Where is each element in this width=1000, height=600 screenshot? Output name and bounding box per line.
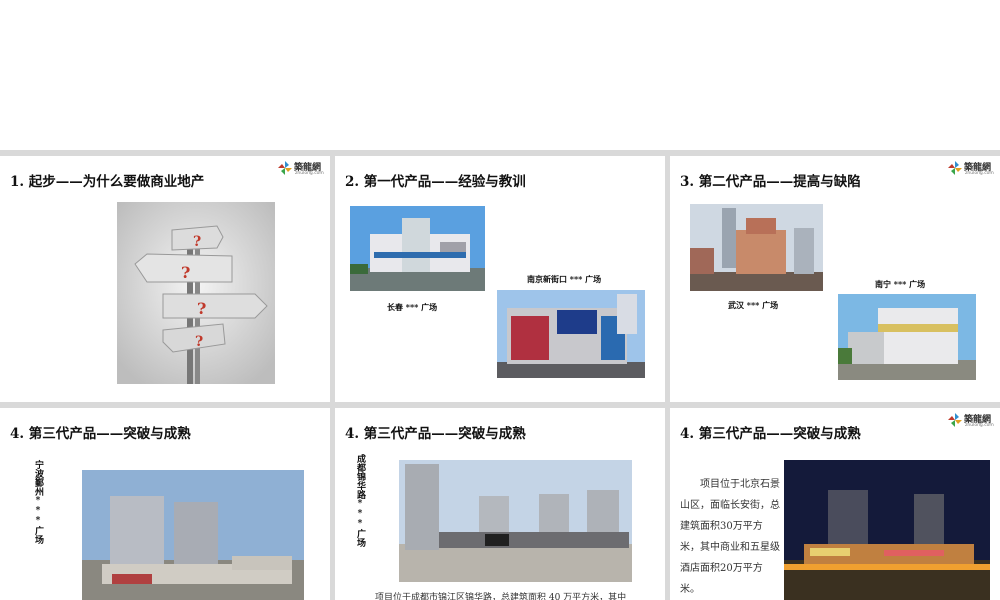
svg-text:?: ? <box>197 299 206 318</box>
pinwheel-logo-icon <box>948 413 962 427</box>
slide-title: 4. 第三代产品——突破与成熟 <box>10 426 191 442</box>
slide-title: 2. 第一代产品——经验与教训 <box>345 174 526 190</box>
slide-title: 4. 第三代产品——突破与成熟 <box>345 426 526 442</box>
changchun-plaza-photo <box>350 206 485 291</box>
nanjing-caption: 南京新街口 *** 广场 <box>527 274 602 284</box>
blank-header-area <box>0 0 1000 150</box>
logo-url: zhulong.com <box>965 423 994 428</box>
zhulong-logo: 築龍網 zhulong.com <box>948 412 994 432</box>
slide-thumbnail-6[interactable]: 4. 第三代产品——突破与成熟 築龍網 zhulong.com 项目位于北京石景… <box>670 408 1000 600</box>
ningbo-plaza-photo <box>82 470 304 600</box>
chengdu-description: 项目位于成都市锦江区锦华路，总建筑面积 40 万平方米，其中 <box>375 593 627 600</box>
beijing-description: 项目位于北京石景山区，面临长安街，总建筑面积30万平方米，其中商业和五星级酒店面… <box>680 479 780 595</box>
chengdu-vertical-caption: 成都锦华路***广场 <box>355 454 365 547</box>
ningbo-vertical-caption: 宁波鄞州***广场 <box>33 460 43 544</box>
slide-thumbnail-2[interactable]: 2. 第一代产品——经验与教训 长春 *** 广场 南京新街口 *** 广场 <box>335 156 665 402</box>
svg-text:?: ? <box>195 334 203 350</box>
pinwheel-logo-icon <box>278 161 292 175</box>
logo-url: zhulong.com <box>295 171 324 176</box>
slide-title: 1. 起步——为什么要做商业地产 <box>10 174 205 190</box>
slide-title: 4. 第三代产品——突破与成熟 <box>680 426 861 442</box>
nanjing-plaza-photo <box>497 290 645 378</box>
slide-title: 3. 第二代产品——提高与缺陷 <box>680 174 861 190</box>
changchun-caption: 长春 *** 广场 <box>387 302 438 312</box>
slide-thumbnail-5[interactable]: 4. 第三代产品——突破与成熟 成都锦华路***广场 项目位于成都市锦江区锦华路… <box>335 408 665 600</box>
slide-thumbnail-4[interactable]: 4. 第三代产品——突破与成熟 宁波鄞州***广场 <box>0 408 330 600</box>
pinwheel-logo-icon <box>948 161 962 175</box>
svg-text:?: ? <box>181 263 190 282</box>
wuhan-caption: 武汉 *** 广场 <box>728 300 779 310</box>
slide-thumbnail-grid: 1. 起步——为什么要做商业地产 築龍網 zhulong.com ? ? ? ?… <box>0 150 1000 600</box>
svg-text:?: ? <box>193 234 201 250</box>
zhulong-logo: 築龍網 zhulong.com <box>278 160 324 180</box>
slide-thumbnail-3[interactable]: 3. 第二代产品——提高与缺陷 築龍網 zhulong.com 武汉 *** 广… <box>670 156 1000 402</box>
logo-url: zhulong.com <box>965 171 994 176</box>
nanning-plaza-photo <box>838 294 976 380</box>
signpost-photo: ? ? ? ? <box>117 202 275 384</box>
slide-thumbnail-1[interactable]: 1. 起步——为什么要做商业地产 築龍網 zhulong.com ? ? ? ? <box>0 156 330 402</box>
zhulong-logo: 築龍網 zhulong.com <box>948 160 994 180</box>
chengdu-plaza-photo <box>399 460 632 582</box>
wuhan-plaza-photo <box>690 204 823 291</box>
beijing-night-photo <box>784 460 990 600</box>
nanning-caption: 南宁 *** 广场 <box>875 279 926 289</box>
